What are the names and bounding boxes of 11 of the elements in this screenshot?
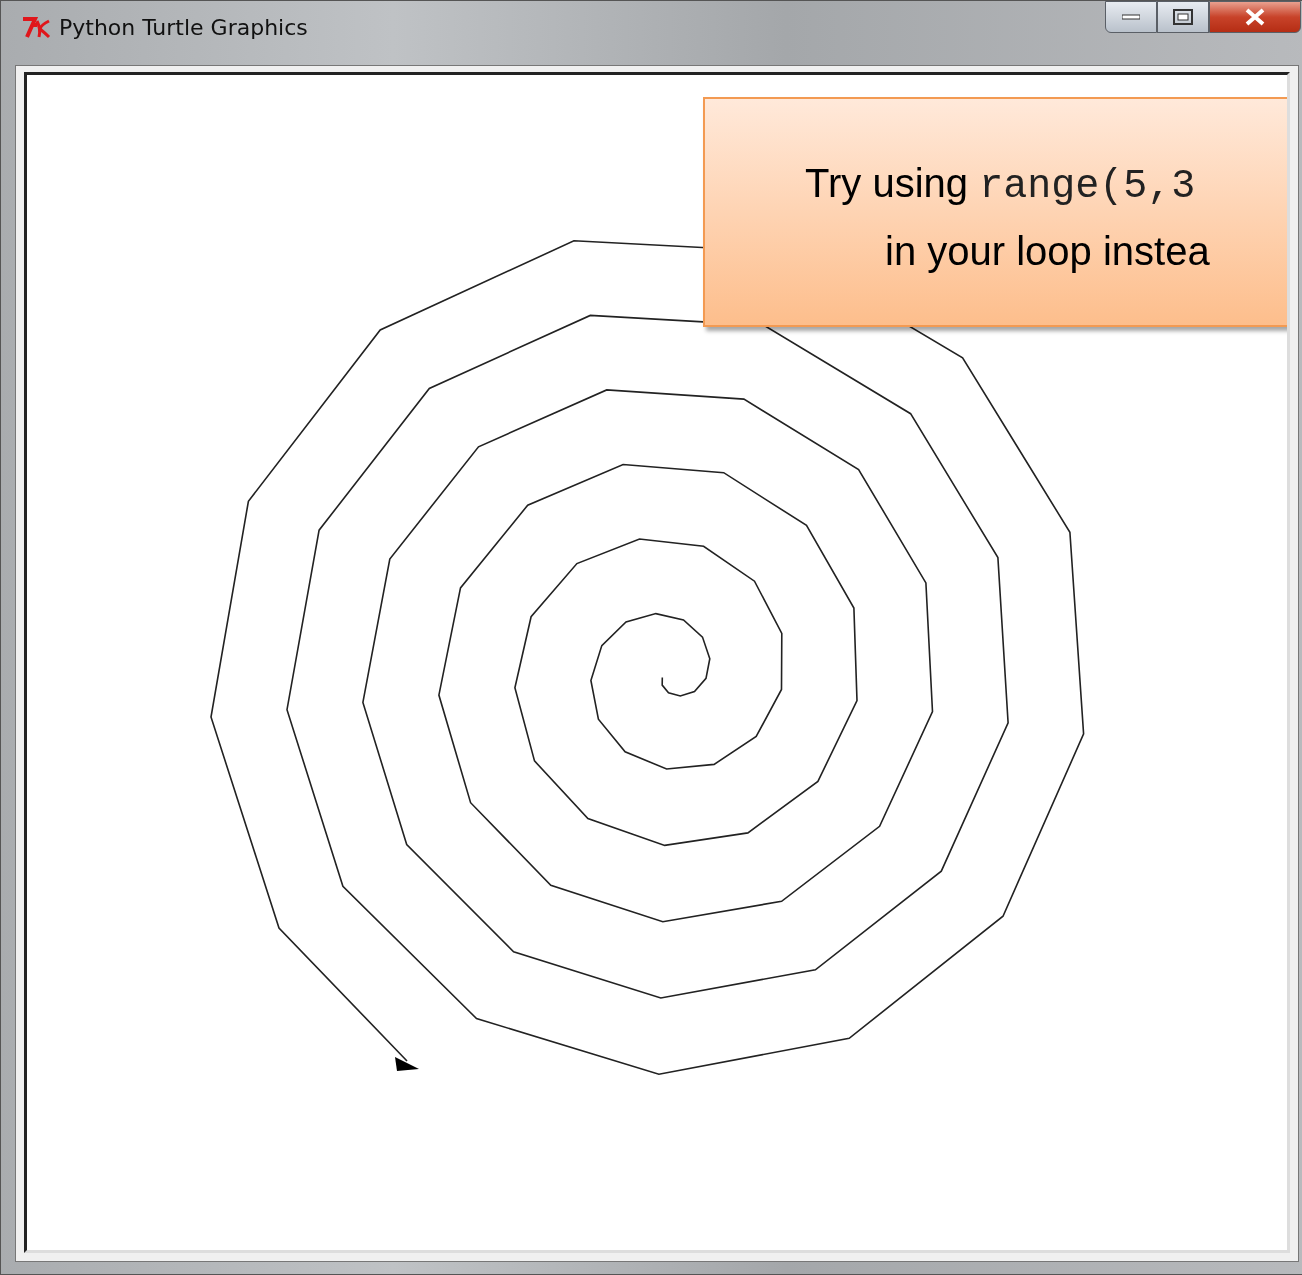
minimize-icon [1122,14,1140,20]
app-icon [21,15,51,41]
close-icon [1244,8,1266,26]
turtle-icon [395,1057,419,1071]
minimize-button[interactable] [1105,1,1157,33]
hint-text: in your loop instea [885,228,1210,275]
window-title: Python Turtle Graphics [59,15,308,42]
maximize-button[interactable] [1157,1,1209,33]
maximize-icon [1173,9,1193,25]
close-button[interactable] [1209,1,1301,33]
hint-text: Try using range(5,3 [805,160,1196,211]
